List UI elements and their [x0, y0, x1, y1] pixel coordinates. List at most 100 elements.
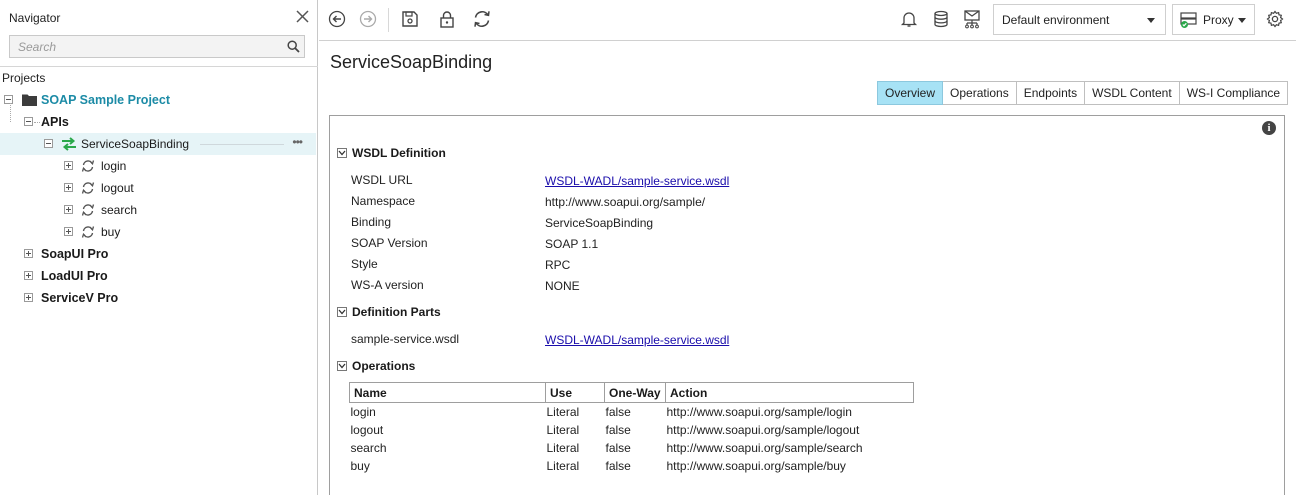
cell-one-way: false [605, 404, 631, 419]
prop-value: ServiceSoapBinding [545, 216, 654, 230]
tree-item-servicev-pro[interactable]: ServiceV Pro [0, 287, 316, 309]
chevron-down-icon[interactable] [337, 148, 347, 158]
main-content: ServiceSoapBinding Overview Operations E… [319, 41, 1296, 495]
close-icon[interactable] [296, 9, 309, 27]
project-label: SOAP Sample Project [41, 93, 170, 107]
cell-one-way: false [605, 458, 631, 473]
back-icon[interactable] [326, 8, 348, 30]
divider [0, 66, 318, 67]
tree-line [10, 103, 11, 122]
column-header-action[interactable]: Action [665, 382, 914, 403]
table-row[interactable]: buy Literal false http://www.soapui.org/… [350, 457, 914, 475]
operation-label: buy [101, 225, 121, 239]
environment-select[interactable]: Default environment [993, 4, 1166, 35]
environment-value: Default environment [1002, 12, 1110, 27]
chevron-down-icon[interactable] [337, 361, 347, 371]
servicev-pro-label: ServiceV Pro [41, 291, 119, 305]
refresh-icon[interactable] [471, 8, 493, 30]
operation-label: login [101, 159, 127, 173]
prop-value: RPC [545, 258, 571, 272]
lock-icon[interactable] [436, 8, 458, 30]
tree-item-operation[interactable]: login [0, 155, 316, 177]
overview-panel: i WSDL Definition WSDL URL WSDL-WADL/sam… [329, 115, 1285, 495]
tree-item-apis[interactable]: APIs [0, 103, 316, 133]
divider [388, 8, 389, 32]
section-wsdl-definition[interactable]: WSDL Definition [337, 146, 446, 160]
prop-value: NONE [545, 279, 580, 293]
tab-endpoints[interactable]: Endpoints [1016, 81, 1086, 105]
proxy-button[interactable]: Proxy [1172, 4, 1255, 35]
binding-icon [61, 137, 77, 154]
gear-icon[interactable] [1264, 8, 1286, 30]
tree-item-operation[interactable]: buy [0, 221, 316, 243]
service-mock-icon[interactable] [961, 8, 983, 30]
projects-label: Projects [2, 71, 46, 85]
tab-bar: Overview Operations Endpoints WSDL Conte… [877, 81, 1289, 105]
cell-one-way: false [605, 440, 631, 455]
tree-item-operation[interactable]: search [0, 199, 316, 221]
tree-item-binding[interactable]: ServiceSoapBinding ••• [0, 133, 316, 155]
tree-item-operation[interactable]: logout [0, 177, 316, 199]
tab-wsdl-content[interactable]: WSDL Content [1085, 81, 1180, 105]
expand-toggle[interactable] [24, 249, 33, 258]
table-row[interactable]: logout Literal false http://www.soapui.o… [350, 421, 914, 439]
operation-icon [81, 225, 95, 242]
tab-operations[interactable]: Operations [943, 81, 1017, 105]
column-header-one-way[interactable]: One-Way [604, 382, 666, 403]
cell-use: Literal [546, 458, 580, 473]
operation-icon [81, 203, 95, 220]
cell-action: http://www.soapui.org/sample/logout [666, 422, 860, 437]
collapse-toggle[interactable] [44, 139, 53, 148]
expand-toggle[interactable] [64, 183, 73, 192]
expand-toggle[interactable] [24, 293, 33, 302]
table-row[interactable]: login Literal false http://www.soapui.or… [350, 403, 914, 421]
expand-toggle[interactable] [24, 271, 33, 280]
proxy-icon [1179, 10, 1199, 30]
expand-toggle[interactable] [64, 205, 73, 214]
prop-label: Binding [351, 215, 392, 229]
tree-line [34, 122, 40, 123]
notifications-icon[interactable] [898, 8, 920, 30]
section-operations[interactable]: Operations [337, 359, 415, 373]
navigator-search [9, 35, 305, 58]
page-title: ServiceSoapBinding [330, 52, 493, 72]
navigator-header: Navigator [0, 0, 317, 36]
tab-ws-i-compliance[interactable]: WS-I Compliance [1179, 81, 1289, 105]
expand-toggle[interactable] [64, 161, 73, 170]
operation-label: search [101, 203, 138, 217]
prop-label: WS-A version [351, 278, 424, 292]
section-definition-parts[interactable]: Definition Parts [337, 305, 441, 319]
tree-item-loadui-pro[interactable]: LoadUI Pro [0, 265, 316, 287]
save-icon[interactable] [399, 8, 421, 30]
cell-name: logout [350, 422, 384, 437]
cell-name: buy [350, 458, 370, 473]
tab-overview[interactable]: Overview [877, 81, 944, 105]
prop-label: SOAP Version [351, 236, 428, 250]
cell-use: Literal [546, 404, 580, 419]
definition-part-link[interactable]: WSDL-WADL/sample-service.wsdl [545, 333, 729, 347]
cell-action: http://www.soapui.org/sample/search [666, 440, 863, 455]
operations-table: Name Use One-Way Action login Literal fa… [349, 382, 914, 475]
column-header-use[interactable]: Use [545, 382, 605, 403]
section-title: WSDL Definition [352, 146, 446, 160]
forward-icon[interactable] [357, 8, 379, 30]
wsdl-url-link[interactable]: WSDL-WADL/sample-service.wsdl [545, 174, 729, 188]
expand-toggle[interactable] [64, 227, 73, 236]
navigator-panel: Navigator Projects SOAP Sample Project A… [0, 0, 318, 495]
collapse-toggle[interactable] [4, 95, 13, 104]
database-icon[interactable] [930, 8, 952, 30]
navigator-title: Navigator [9, 11, 61, 25]
collapse-toggle[interactable] [24, 117, 33, 126]
tree-item-project[interactable]: SOAP Sample Project [0, 89, 316, 111]
chevron-down-icon[interactable] [337, 307, 347, 317]
column-header-name[interactable]: Name [349, 382, 546, 403]
soapui-pro-label: SoapUI Pro [41, 247, 109, 261]
info-icon[interactable]: i [1262, 121, 1276, 135]
tree-item-soapui-pro[interactable]: SoapUI Pro [0, 243, 316, 265]
search-input[interactable] [10, 39, 282, 54]
section-title: Definition Parts [352, 305, 441, 319]
more-options-icon[interactable]: ••• [292, 136, 303, 148]
search-icon[interactable] [282, 36, 304, 57]
table-header-row: Name Use One-Way Action [349, 382, 914, 403]
table-row[interactable]: search Literal false http://www.soapui.o… [350, 439, 914, 457]
